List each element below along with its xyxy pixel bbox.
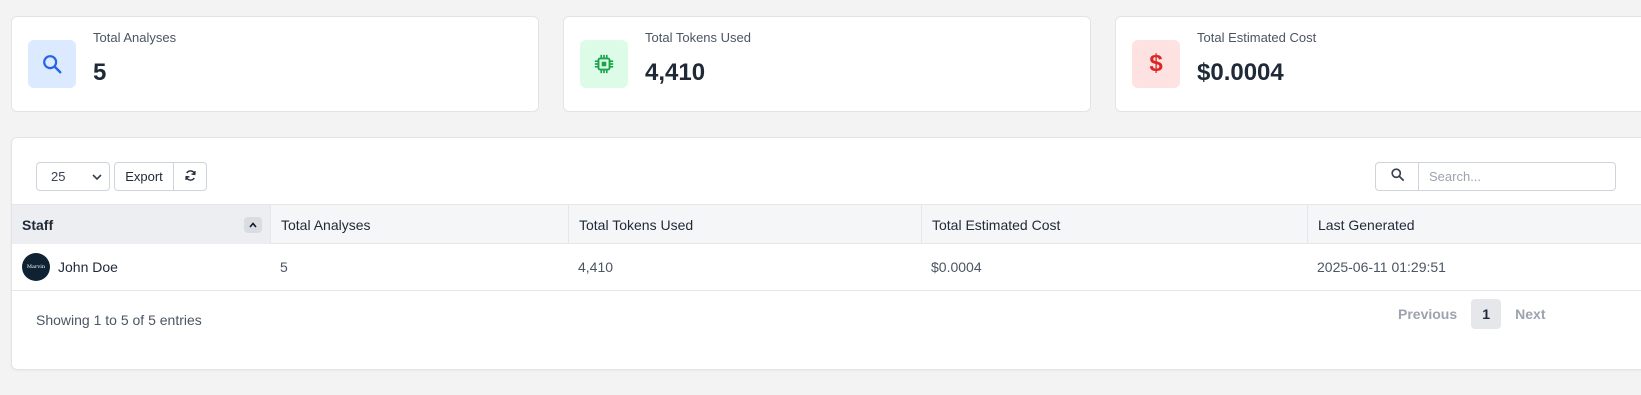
- table-search: [1375, 162, 1616, 191]
- stat-label: Total Analyses: [93, 30, 177, 45]
- column-header-total-tokens[interactable]: Total Tokens Used: [568, 205, 921, 244]
- last-generated-cell: 2025-06-11 01:29:51: [1317, 259, 1446, 275]
- refresh-button[interactable]: [174, 162, 207, 191]
- report-table-panel: 25 Export Search... Staff Total Analyses…: [11, 137, 1641, 370]
- stat-label: Total Tokens Used: [645, 30, 751, 45]
- search-icon: [28, 40, 76, 88]
- column-header-label: Total Analyses: [281, 216, 371, 233]
- sort-ascending-icon: [244, 217, 262, 233]
- cost-cell: $0.0004: [931, 259, 982, 275]
- table-info: Showing 1 to 5 of 5 entries: [36, 312, 202, 328]
- staff-cell: Marvin John Doe: [12, 244, 270, 290]
- avatar: Marvin: [22, 253, 50, 281]
- page-button-current[interactable]: 1: [1471, 299, 1502, 329]
- stat-card-tokens: Total Tokens Used 4,410: [563, 16, 1091, 112]
- page-length-select[interactable]: 25: [36, 162, 110, 191]
- column-header-staff[interactable]: Staff: [12, 205, 270, 244]
- stat-label: Total Estimated Cost: [1197, 30, 1317, 45]
- staff-name[interactable]: John Doe: [58, 259, 118, 275]
- stat-value: $0.0004: [1197, 59, 1284, 86]
- export-button[interactable]: Export: [114, 162, 174, 191]
- column-header-total-analyses[interactable]: Total Analyses: [270, 205, 568, 244]
- export-button-group: Export: [114, 162, 207, 192]
- column-header-last-generated[interactable]: Last Generated: [1307, 205, 1641, 244]
- previous-page-button[interactable]: Previous: [1398, 306, 1457, 322]
- dollar-icon: $: [1132, 40, 1180, 88]
- table-toolbar: 25 Export: [36, 162, 207, 192]
- column-header-total-cost[interactable]: Total Estimated Cost: [921, 205, 1307, 244]
- stat-value: 4,410: [645, 59, 706, 86]
- analyses-cell: 5: [280, 259, 288, 275]
- column-header-label: Total Tokens Used: [579, 216, 694, 233]
- search-icon: [1390, 167, 1405, 187]
- stat-card-analyses: Total Analyses 5: [11, 16, 539, 112]
- tokens-cell: 4,410: [578, 259, 614, 275]
- search-input[interactable]: [1419, 162, 1616, 191]
- table-row: Marvin John Doe 5 4,410 $0.0004 2025-06-…: [12, 244, 1641, 291]
- chevron-down-icon: [91, 171, 103, 186]
- pagination: Previous 1 Next: [1398, 299, 1546, 329]
- stats-row: Total Analyses 5 Total Tokens Used 4,410…: [11, 16, 1641, 112]
- refresh-icon: [184, 169, 197, 185]
- column-header-label: Staff: [22, 216, 54, 233]
- column-header-label: Total Estimated Cost: [932, 216, 1061, 233]
- page-length-value: 25: [51, 169, 66, 184]
- chip-icon: [580, 40, 628, 88]
- table-header: Staff Total Analyses Total Tokens Used T…: [12, 204, 1641, 244]
- stat-value: 5: [93, 59, 107, 86]
- data-table: Staff Total Analyses Total Tokens Used T…: [12, 204, 1641, 291]
- column-header-label: Last Generated: [1318, 216, 1415, 233]
- stat-card-cost: $ Total Estimated Cost $0.0004: [1115, 16, 1641, 112]
- search-button[interactable]: [1375, 162, 1419, 191]
- next-page-button[interactable]: Next: [1515, 306, 1545, 322]
